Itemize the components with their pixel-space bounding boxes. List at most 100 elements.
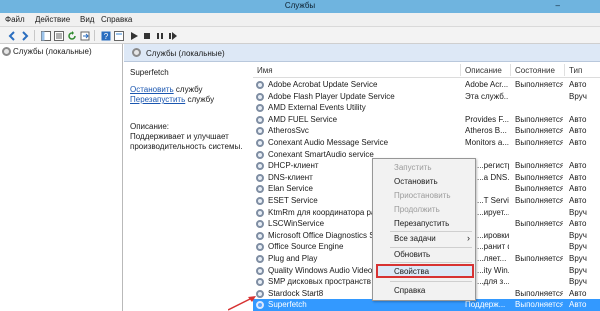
table-row[interactable]: AMD FUEL Service Provides F... Выполняется… — [253, 114, 600, 126]
column-status[interactable]: Состояние — [515, 66, 555, 75]
table-row[interactable]: AMD External Events Utility — [253, 102, 600, 114]
menu-separator — [390, 231, 472, 232]
table-row[interactable]: AtherosSvc Atheros B... Выполняется Авто — [253, 125, 600, 137]
cell-name: AMD External Events Utility — [268, 103, 366, 113]
cell-description-fragment: ...а DNS... — [477, 172, 509, 182]
restart-service-link[interactable]: Перезапустить — [130, 95, 185, 104]
menu-item-properties[interactable]: Свойства — [394, 267, 429, 276]
cell-status: Выполняется — [515, 300, 563, 310]
cell-startup: Вруч — [569, 91, 587, 101]
menu-item-stop[interactable]: Остановить — [394, 177, 438, 186]
help-icon[interactable]: ? — [100, 30, 111, 41]
menu-item-resume[interactable]: Продолжить — [394, 205, 440, 214]
menu-item-pause[interactable]: Приостановить — [394, 191, 451, 200]
gear-icon — [132, 48, 141, 57]
cell-startup-fragment: Авто — [569, 288, 587, 298]
menu-action[interactable]: Действие — [35, 15, 70, 24]
panel-icon[interactable] — [40, 30, 51, 41]
cell-startup: Авто — [569, 126, 587, 136]
stop-service-suffix: службу — [173, 85, 203, 94]
table-row[interactable]: Adobe Flash Player Update Service Эта слу… — [253, 91, 600, 103]
cell-startup-fragment: Вруч — [569, 230, 587, 240]
menu-help[interactable]: Справка — [101, 15, 132, 24]
description-label: Описание: — [130, 122, 170, 131]
cell-name: Superfetch — [268, 300, 307, 310]
cell-name: Adobe Flash Player Update Service — [268, 91, 395, 101]
menu-bar: Файл Действие Вид Справка — [0, 13, 600, 27]
export-icon[interactable] — [79, 30, 90, 41]
context-menu: Запустить Остановить Приостановить Продо… — [372, 158, 476, 301]
cell-startup-fragment: Вруч — [569, 242, 587, 252]
menu-item-help[interactable]: Справка — [394, 286, 425, 295]
header-title: Службы (локальные) — [146, 49, 225, 58]
menu-item-refresh[interactable]: Обновить — [394, 250, 430, 259]
restart-icon[interactable] — [167, 30, 178, 41]
cell-startup: Авто — [569, 138, 587, 147]
cell-startup-fragment: Вруч — [569, 207, 587, 217]
menu-view[interactable]: Вид — [80, 15, 94, 24]
back-icon[interactable] — [6, 30, 17, 41]
menu-separator — [390, 247, 472, 248]
service-gear-icon — [256, 231, 264, 240]
service-gear-icon — [256, 173, 264, 182]
restart-service-line: Перезапустить службу — [130, 95, 214, 104]
service-gear-icon — [256, 92, 264, 101]
cell-startup-fragment: Вруч — [569, 277, 587, 287]
forward-icon[interactable] — [19, 30, 30, 41]
menu-item-start[interactable]: Запустить — [394, 163, 432, 172]
window-title: Службы — [284, 1, 316, 10]
cell-description-fragment: ...T Service — [477, 196, 509, 205]
tree-node-local-services[interactable]: Службы (локальные) — [2, 47, 92, 56]
cell-description-fragment: ...ирует... — [477, 207, 509, 217]
description-text: Поддерживает и улучшает производительнос… — [130, 132, 243, 151]
cell-status-fragment: Выполняется — [515, 219, 563, 229]
column-description[interactable]: Описание — [465, 66, 502, 75]
list-icon[interactable] — [53, 30, 64, 41]
cell-status: Выполняется — [515, 114, 563, 124]
table-header: Имя Описание Состояние Тип — [253, 62, 600, 78]
toolbar-separator — [34, 30, 35, 41]
refresh-icon[interactable] — [66, 30, 77, 41]
services-header: Службы (локальные) — [124, 44, 600, 62]
table-row[interactable]: Conexant Audio Message Service Monitors a… — [253, 137, 600, 149]
properties-icon[interactable] — [113, 30, 124, 41]
column-divider[interactable] — [510, 64, 511, 76]
cell-description-fragment: ...ировки... — [477, 230, 509, 240]
gear-icon — [2, 47, 11, 56]
column-startup[interactable]: Тип — [569, 66, 582, 75]
cell-status-fragment: Выполняется — [515, 196, 563, 205]
table-row[interactable]: Adobe Acrobat Update Service Adobe Acr...… — [253, 79, 600, 91]
service-gear-icon — [256, 197, 264, 205]
stop-service-link[interactable]: Остановить — [130, 85, 174, 94]
minimize-button[interactable]: – — [556, 1, 560, 10]
service-gear-icon — [256, 185, 264, 194]
service-gear-icon — [256, 150, 264, 159]
cell-startup-fragment: Авто — [569, 184, 587, 194]
pause-icon[interactable] — [154, 30, 165, 41]
cell-description-fragment: ...для з... — [477, 277, 509, 287]
cell-startup-fragment: Авто — [569, 196, 587, 205]
cell-name: Conexant Audio Message Service — [268, 138, 389, 147]
service-gear-icon — [256, 266, 264, 275]
play-icon[interactable] — [128, 30, 139, 41]
menu-item-all-tasks[interactable]: Все задачи — [394, 233, 469, 243]
cell-startup-fragment: Вруч — [569, 254, 587, 263]
service-gear-icon — [256, 139, 264, 147]
restart-service-suffix: службу — [185, 95, 215, 104]
service-gear-icon — [256, 81, 264, 89]
menu-file[interactable]: Файл — [5, 15, 25, 24]
table-row[interactable]: Superfetch Поддерж... Выполняется Авто — [253, 299, 600, 311]
stop-icon[interactable] — [141, 30, 152, 41]
cell-name: Adobe Acrobat Update Service — [268, 80, 378, 89]
column-divider[interactable] — [564, 64, 565, 76]
service-gear-icon — [256, 162, 264, 171]
menu-item-restart[interactable]: Перезапустить — [394, 219, 449, 228]
column-divider[interactable] — [460, 64, 461, 76]
cell-status-fragment: Выполняется — [515, 172, 563, 182]
cell-description: Monitors a... — [465, 138, 509, 147]
toolbar: ? — [0, 27, 600, 44]
svg-text:?: ? — [103, 32, 108, 41]
selected-service-name: Superfetch — [130, 68, 169, 77]
column-name[interactable]: Имя — [257, 66, 273, 75]
annotation-arrow-icon — [228, 296, 256, 311]
